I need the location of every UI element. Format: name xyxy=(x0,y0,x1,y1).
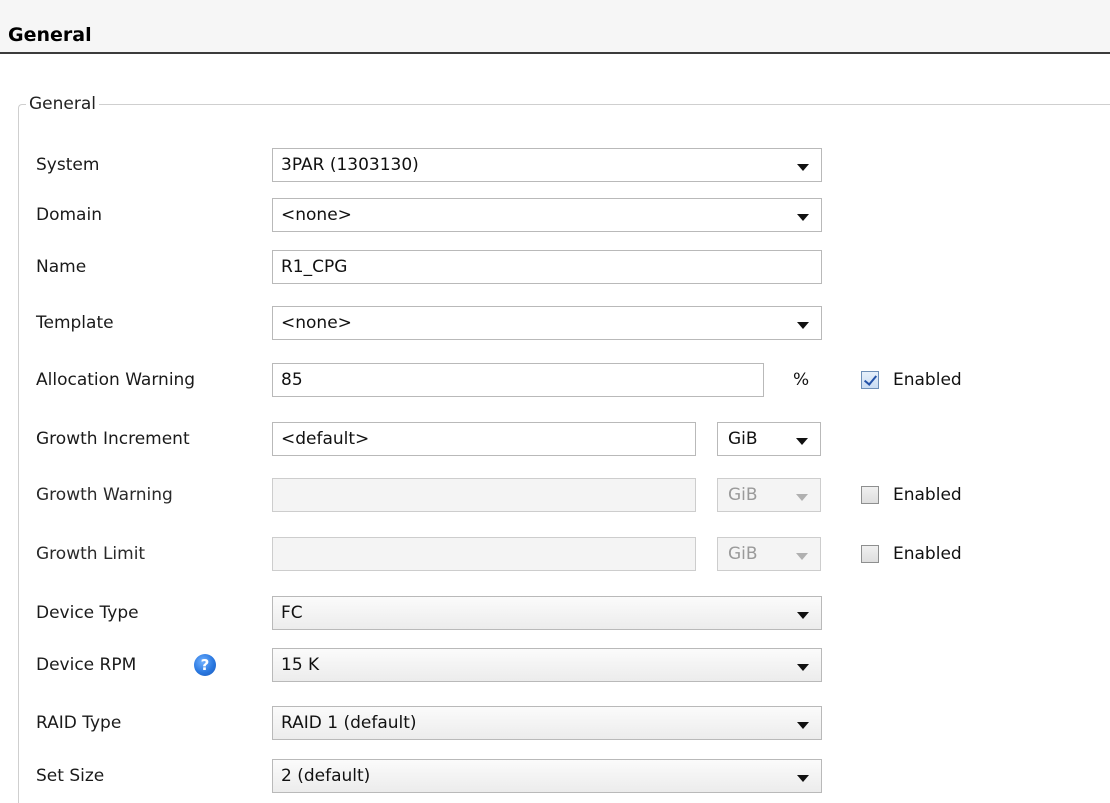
growth-warning-enabled-label: Enabled xyxy=(893,485,962,505)
name-row: Name R1_CPG xyxy=(0,248,1110,288)
device-rpm-row: Device RPM ? 15 K xyxy=(0,646,1110,686)
device-rpm-value: 15 K xyxy=(281,655,320,675)
allocation-warning-value: 85 xyxy=(281,370,303,390)
template-value: <none> xyxy=(281,313,352,333)
raid-type-combobox[interactable]: RAID 1 (default) xyxy=(272,706,822,740)
chevron-down-icon[interactable] xyxy=(796,553,808,560)
domain-value: <none> xyxy=(281,205,352,225)
raid-type-row: RAID Type RAID 1 (default) xyxy=(0,704,1110,744)
domain-label: Domain xyxy=(36,205,102,225)
chevron-down-icon[interactable] xyxy=(796,438,808,445)
chevron-down-icon[interactable] xyxy=(797,722,809,729)
template-row: Template <none> xyxy=(0,304,1110,344)
domain-row: Domain <none> xyxy=(0,196,1110,236)
device-type-combobox[interactable]: FC xyxy=(272,596,822,630)
template-label: Template xyxy=(36,313,114,333)
growth-warning-enabled-checkbox[interactable] xyxy=(861,486,879,504)
set-size-value: 2 (default) xyxy=(281,766,371,786)
growth-increment-input[interactable]: <default> xyxy=(272,422,696,456)
name-label: Name xyxy=(36,257,87,277)
device-rpm-label: Device RPM xyxy=(36,655,137,675)
growth-limit-label: Growth Limit xyxy=(36,544,146,564)
chevron-down-icon[interactable] xyxy=(797,775,809,782)
section-title: General xyxy=(8,24,92,46)
chevron-down-icon[interactable] xyxy=(796,494,808,501)
growth-increment-row: Growth Increment <default> GiB xyxy=(0,420,1110,460)
growth-warning-unit-combobox[interactable]: GiB xyxy=(717,478,821,512)
growth-warning-input[interactable] xyxy=(272,478,696,512)
device-type-value: FC xyxy=(281,603,303,623)
growth-increment-label: Growth Increment xyxy=(36,429,190,449)
section-header xyxy=(0,0,1110,54)
name-input[interactable]: R1_CPG xyxy=(272,250,822,284)
chevron-down-icon[interactable] xyxy=(797,664,809,671)
groupbox-label: General xyxy=(26,94,99,114)
device-type-row: Device Type FC xyxy=(0,594,1110,634)
chevron-down-icon[interactable] xyxy=(797,164,809,171)
growth-limit-enabled-checkbox[interactable] xyxy=(861,545,879,563)
system-row: System 3PAR (1303130) xyxy=(0,146,1110,186)
growth-warning-label: Growth Warning xyxy=(36,485,173,505)
set-size-row: Set Size 2 (default) xyxy=(0,757,1110,797)
allocation-warning-enabled-checkbox[interactable] xyxy=(861,371,879,389)
percent-unit: % xyxy=(793,370,810,390)
chevron-down-icon[interactable] xyxy=(797,214,809,221)
checkmark-icon xyxy=(863,372,878,386)
growth-limit-unit-combobox[interactable]: GiB xyxy=(717,537,821,571)
help-question-icon[interactable]: ? xyxy=(194,654,216,676)
growth-increment-unit-combobox[interactable]: GiB xyxy=(717,422,821,456)
allocation-warning-row: Allocation Warning 85 % Enabled xyxy=(0,361,1110,401)
raid-type-value: RAID 1 (default) xyxy=(281,713,417,733)
growth-limit-unit: GiB xyxy=(728,544,758,564)
system-combobox[interactable]: 3PAR (1303130) xyxy=(272,148,822,182)
set-size-combobox[interactable]: 2 (default) xyxy=(272,759,822,793)
growth-limit-enabled-label: Enabled xyxy=(893,544,962,564)
growth-warning-unit: GiB xyxy=(728,485,758,505)
growth-increment-unit: GiB xyxy=(728,429,758,449)
device-type-label: Device Type xyxy=(36,603,139,623)
allocation-warning-enabled-label: Enabled xyxy=(893,370,962,390)
system-value: 3PAR (1303130) xyxy=(281,155,419,175)
device-rpm-combobox[interactable]: 15 K xyxy=(272,648,822,682)
chevron-down-icon[interactable] xyxy=(797,322,809,329)
raid-type-label: RAID Type xyxy=(36,713,122,733)
name-value: R1_CPG xyxy=(281,257,348,277)
allocation-warning-input[interactable]: 85 xyxy=(272,363,764,397)
allocation-warning-label: Allocation Warning xyxy=(36,370,196,390)
growth-warning-row: Growth Warning GiB Enabled xyxy=(0,476,1110,516)
chevron-down-icon[interactable] xyxy=(797,612,809,619)
growth-limit-input[interactable] xyxy=(272,537,696,571)
growth-limit-row: Growth Limit GiB Enabled xyxy=(0,535,1110,575)
growth-increment-value: <default> xyxy=(281,429,370,449)
template-combobox[interactable]: <none> xyxy=(272,306,822,340)
set-size-label: Set Size xyxy=(36,766,105,786)
domain-combobox[interactable]: <none> xyxy=(272,198,822,232)
cpg-general-panel: General General System 3PAR (1303130) Do… xyxy=(0,0,1110,803)
system-label: System xyxy=(36,155,100,175)
